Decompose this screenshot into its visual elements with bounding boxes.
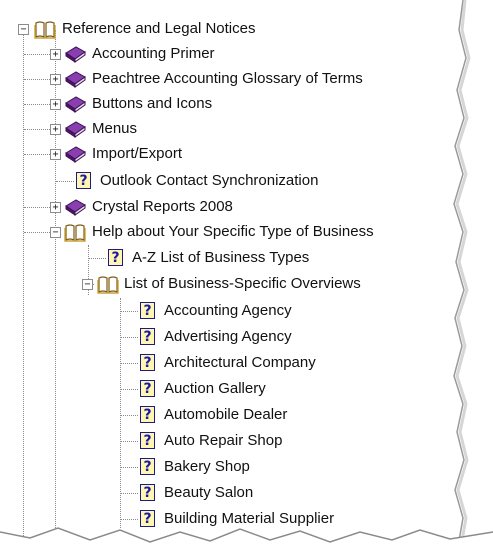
help-page-icon: ?: [140, 354, 155, 371]
expand-button[interactable]: +: [50, 202, 61, 213]
expand-button[interactable]: +: [50, 49, 61, 60]
tree-node-label: Accounting Agency: [164, 302, 292, 319]
torn-edge-right: [453, 0, 493, 552]
open-book-icon: [64, 224, 86, 242]
tree-node-label: Auto Repair Shop: [164, 432, 283, 449]
tree-line: [120, 467, 138, 468]
help-page-icon: ?: [76, 172, 91, 189]
tree-node-label: Beauty Salon: [164, 484, 254, 501]
tree-node-label: Reference and Legal Notices: [62, 20, 256, 37]
closed-book-icon: [65, 121, 86, 138]
closed-book-icon: [65, 146, 86, 163]
closed-book-icon: [65, 71, 86, 88]
tree-node-business-type[interactable]: ? Accounting Agency: [0, 298, 460, 324]
help-contents-tree: − Reference and Legal Notices + Accounti…: [0, 0, 493, 552]
closed-book-icon: [65, 199, 86, 216]
tree-node-label: Advertising Agency: [164, 328, 292, 345]
tree-node-label: Help about Your Specific Type of Busines…: [92, 223, 374, 240]
tree-line: [120, 415, 138, 416]
open-book-icon: [97, 276, 119, 294]
tree-line: [120, 337, 138, 338]
tree-node-outlook-sync[interactable]: ? Outlook Contact Synchronization: [0, 168, 460, 194]
tree-node-label: Architectural Company: [164, 354, 316, 371]
tree-node-label: Buttons and Icons: [92, 95, 213, 112]
closed-book-icon: [65, 96, 86, 113]
expand-button[interactable]: +: [50, 99, 61, 110]
help-page-icon: ?: [140, 328, 155, 345]
tree-line: [120, 389, 138, 390]
closed-book-icon: [65, 46, 86, 63]
tree-node-label: Accounting Primer: [92, 45, 215, 62]
tree-node-label: Peachtree Accounting Glossary of Terms: [92, 70, 363, 87]
help-page-icon: ?: [140, 380, 155, 397]
tree-node-label: A-Z List of Business Types: [132, 249, 310, 266]
help-page-icon: ?: [140, 458, 155, 475]
tree-node-business-type[interactable]: ? Automobile Dealer: [0, 402, 460, 428]
tree-node-crystal-reports[interactable]: + Crystal Reports 2008: [0, 194, 460, 220]
tree-line: [120, 441, 138, 442]
tree-node-buttons-icons[interactable]: + Buttons and Icons: [0, 91, 460, 117]
help-page-icon: ?: [140, 302, 155, 319]
tree-node-overviews[interactable]: − List of Business-Specific Overviews: [0, 271, 460, 297]
tree-node-business-type[interactable]: ? Auto Repair Shop: [0, 428, 460, 454]
tree-line: [120, 363, 138, 364]
collapse-button[interactable]: −: [50, 227, 61, 238]
tree-node-business-type[interactable]: ? Advertising Agency: [0, 324, 460, 350]
tree-node-accounting-primer[interactable]: + Accounting Primer: [0, 41, 460, 67]
tree-node-label: Menus: [92, 120, 138, 137]
tree-node-reference[interactable]: − Reference and Legal Notices: [0, 16, 460, 42]
collapse-button[interactable]: −: [18, 24, 29, 35]
tree-node-glossary[interactable]: + Peachtree Accounting Glossary of Terms: [0, 66, 460, 92]
tree-node-business-help[interactable]: − Help about Your Specific Type of Busin…: [0, 219, 460, 245]
tree-node-label: Auction Gallery: [164, 380, 266, 397]
tree-node-label: List of Business-Specific Overviews: [124, 275, 361, 292]
tree-node-business-type[interactable]: ? Bakery Shop: [0, 454, 460, 480]
open-book-icon: [34, 21, 56, 39]
torn-edge-bottom: [0, 527, 493, 552]
tree-node-business-type[interactable]: ? Architectural Company: [0, 350, 460, 376]
help-page-icon: ?: [140, 432, 155, 449]
tree-node-label: Crystal Reports 2008: [92, 198, 233, 215]
tree-node-import-export[interactable]: + Import/Export: [0, 141, 460, 167]
expand-button[interactable]: +: [50, 149, 61, 160]
tree-node-menus[interactable]: + Menus: [0, 116, 460, 142]
help-page-icon: ?: [108, 249, 123, 266]
help-page-icon: ?: [140, 406, 155, 423]
tree-node-business-type[interactable]: ? Beauty Salon: [0, 480, 460, 506]
expand-button[interactable]: +: [50, 74, 61, 85]
tree-node-az-list[interactable]: ? A-Z List of Business Types: [0, 245, 460, 271]
tree-node-label: Outlook Contact Synchronization: [100, 172, 319, 189]
expand-button[interactable]: +: [50, 124, 61, 135]
tree-line: [88, 258, 106, 259]
tree-node-label: Bakery Shop: [164, 458, 250, 475]
tree-line: [120, 311, 138, 312]
tree-node-label: Import/Export: [92, 145, 183, 162]
tree-node-label: Automobile Dealer: [164, 406, 288, 423]
tree-line: [56, 181, 74, 182]
tree-node-business-type[interactable]: ? Auction Gallery: [0, 376, 460, 402]
help-page-icon: ?: [140, 484, 155, 501]
collapse-button[interactable]: −: [82, 279, 93, 290]
tree-line: [120, 493, 138, 494]
